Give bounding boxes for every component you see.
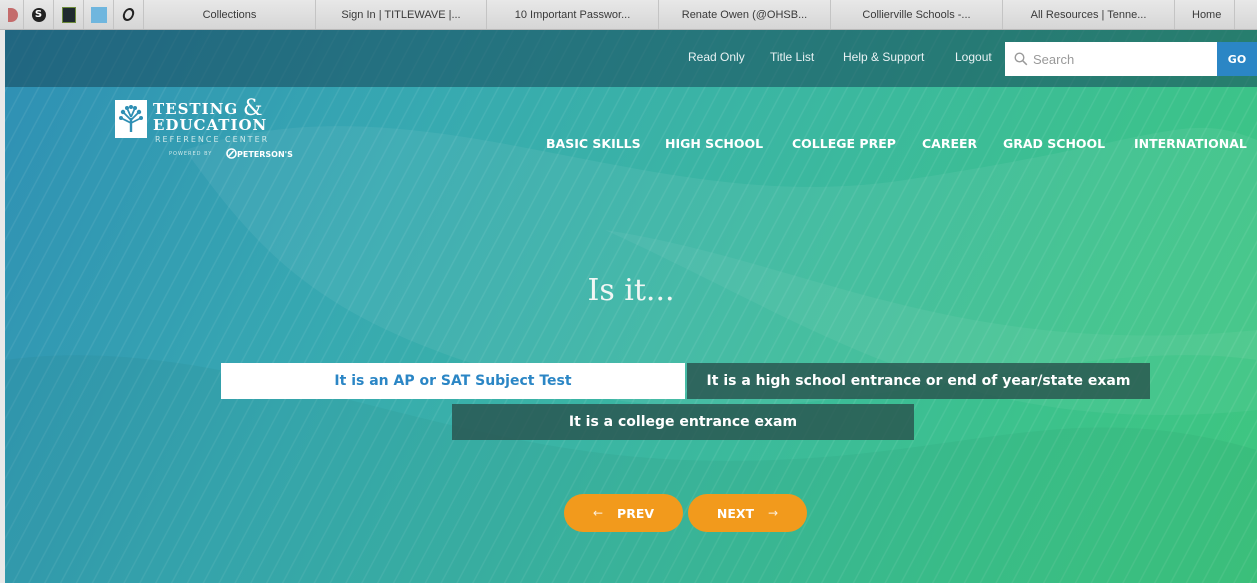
tab-label: Renate Owen (@OHSB...	[681, 8, 808, 21]
tab-label: Home	[1192, 8, 1222, 21]
tab-label: Collierville Schools -...	[862, 8, 971, 21]
nav-college-prep[interactable]: COLLEGE PREP	[792, 136, 896, 151]
read-only-link[interactable]: Read Only	[688, 50, 745, 64]
tree-logo-icon	[115, 100, 147, 138]
search-input[interactable]	[1033, 42, 1213, 76]
option-college-entrance-button[interactable]: It is a college entrance exam	[452, 404, 914, 440]
logo-powered-by-text: POWERED BY	[169, 151, 213, 157]
prev-button[interactable]: ← PREV	[564, 494, 683, 532]
browser-tab-collierville[interactable]: Collierville Schools -...	[831, 0, 1003, 29]
logout-link[interactable]: Logout	[955, 50, 992, 64]
tab-label: Collections	[202, 8, 257, 21]
option-ap-sat-button[interactable]: It is an AP or SAT Subject Test	[221, 363, 685, 399]
go-button[interactable]: GO	[1217, 42, 1257, 76]
nav-basic-skills[interactable]: BASIC SKILLS	[546, 136, 641, 151]
browser-tab-all-resources[interactable]: All Resources | Tenne...	[1003, 0, 1175, 29]
browser-tab-home[interactable]: Home	[1175, 0, 1235, 29]
pinned-tab-5[interactable]	[114, 0, 144, 29]
pinned-tab-3[interactable]	[54, 0, 84, 29]
pinned-tabs: S	[0, 0, 144, 29]
browser-tab-titlewave[interactable]: Sign In | TITLEWAVE |...	[316, 0, 487, 29]
nav-grad-school[interactable]: GRAD SCHOOL	[1003, 136, 1105, 151]
next-button[interactable]: NEXT →	[688, 494, 807, 532]
logo-reference-center-text: REFERENCE CENTER	[155, 135, 270, 144]
favicon-s-icon: S	[31, 7, 46, 22]
prev-label: PREV	[617, 505, 655, 521]
nav-international[interactable]: INTERNATIONAL	[1134, 136, 1247, 151]
pinned-tab-1[interactable]	[2, 0, 24, 29]
question-heading: Is it...	[587, 273, 675, 308]
web-page: Read Only Title List Help & Support Logo…	[5, 30, 1257, 583]
logo-petersons-text: PETERSON'S	[237, 150, 293, 159]
nav-high-school[interactable]: HIGH SCHOOL	[665, 136, 763, 151]
next-label: NEXT	[716, 505, 755, 521]
help-support-link[interactable]: Help & Support	[843, 50, 924, 64]
search-icon	[1014, 52, 1028, 66]
site-logo[interactable]: TESTING & EDUCATION REFERENCE CENTER POW…	[115, 96, 315, 175]
nav-career[interactable]: CAREER	[922, 136, 977, 151]
title-list-link[interactable]: Title List	[770, 50, 814, 64]
option-label: It is an AP or SAT Subject Test	[334, 373, 572, 389]
favicon-red-icon	[7, 7, 18, 22]
pinned-tab-4[interactable]	[84, 0, 114, 29]
browser-tab-collections[interactable]: Collections	[144, 0, 316, 29]
arrow-left-icon: ←	[592, 506, 604, 520]
browser-tab-renate-owen[interactable]: Renate Owen (@OHSB...	[659, 0, 831, 29]
option-high-school-exam-button[interactable]: It is a high school entrance or end of y…	[687, 363, 1150, 399]
browser-tab-bar: S Collections Sign In | TITLEWAVE |... 1…	[0, 0, 1257, 30]
favicon-blue-icon	[90, 6, 107, 23]
tab-label: All Resources | Tenne...	[1030, 8, 1147, 21]
favicon-o-icon	[121, 8, 136, 21]
option-label: It is a college entrance exam	[568, 414, 798, 430]
favicon-p-icon	[61, 6, 76, 23]
petersons-logo-icon	[226, 148, 237, 159]
pinned-tab-2[interactable]: S	[24, 0, 54, 29]
tab-label: 10 Important Passwor...	[514, 8, 631, 21]
search-box	[1005, 42, 1217, 76]
option-label: It is a high school entrance or end of y…	[706, 373, 1131, 389]
logo-education-text: EDUCATION	[153, 116, 268, 134]
browser-tab-passwords[interactable]: 10 Important Passwor...	[487, 0, 659, 29]
tab-label: Sign In | TITLEWAVE |...	[341, 8, 461, 21]
arrow-right-icon: →	[768, 506, 779, 520]
